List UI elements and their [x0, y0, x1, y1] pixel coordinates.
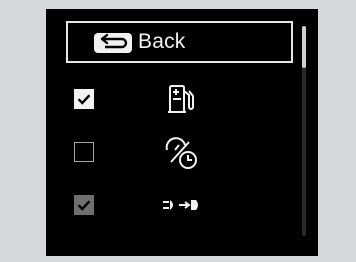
back-label: Back	[138, 30, 186, 53]
headlight-dim-icon	[163, 200, 198, 210]
scrollbar-thumb[interactable]	[302, 26, 306, 68]
checkmark-icon	[77, 200, 91, 211]
back-menu-item[interactable]: Back	[66, 21, 293, 63]
fuel-economy-checkbox[interactable]	[74, 89, 94, 109]
instrument-display: Back	[46, 9, 318, 256]
fuel-pump-plus-icon	[168, 85, 194, 113]
back-arrow-icon	[68, 23, 142, 61]
menu-scrollbar[interactable]	[302, 26, 306, 236]
trip-meter-checkbox[interactable]	[74, 142, 94, 162]
headlight-checkbox[interactable]	[74, 195, 94, 215]
speedometer-clock-icon	[165, 137, 197, 169]
display-frame: Back	[0, 0, 356, 262]
checkmark-icon	[77, 94, 91, 105]
